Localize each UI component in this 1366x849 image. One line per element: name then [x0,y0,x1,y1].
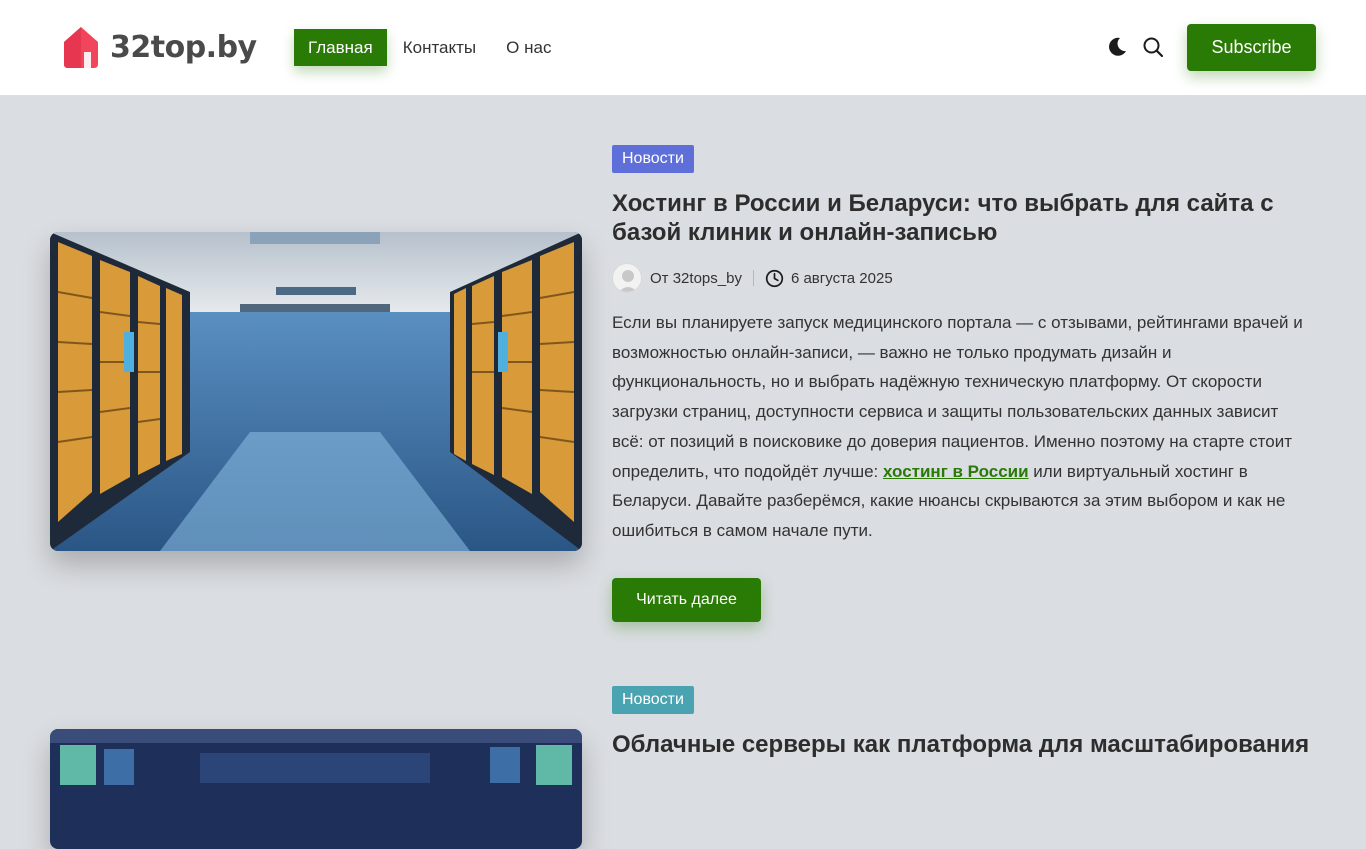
post-thumbnail[interactable] [50,232,582,551]
post-date: 6 августа 2025 [790,269,893,287]
site-header: 32top.by Главная Контакты О нас Subscrib… [0,0,1366,95]
search-icon[interactable] [1142,36,1164,58]
read-more-button[interactable]: Читать далее [612,578,761,622]
post-meta: От 32tops_by 6 августа 2025 [612,263,893,293]
clock-icon [765,269,784,287]
post-category-badge[interactable]: Новости [612,686,694,714]
excerpt-text-before: Если вы планируете запуск медицинского п… [612,313,1303,481]
site-logo-text: 32top.by [110,29,257,65]
house-logo-icon [64,27,98,68]
user-placeholder-icon [618,270,638,292]
post-excerpt: Если вы планируете запуск медицинского п… [612,308,1312,546]
post-title[interactable]: Облачные серверы как платформа для масшт… [612,730,1312,759]
post-title[interactable]: Хостинг в России и Беларуси: что выбрать… [612,189,1312,247]
nav-item-home[interactable]: Главная [294,29,387,66]
subscribe-button[interactable]: Subscribe [1187,24,1316,71]
meta-divider [752,270,754,286]
nav-item-contacts[interactable]: Контакты [389,29,490,66]
moon-icon[interactable] [1106,36,1128,58]
cloud-servers-image [50,729,582,849]
post-category-badge[interactable]: Новости [612,145,694,173]
main-nav: Главная Контакты О нас [294,29,567,66]
excerpt-hosting-link[interactable]: хостинг в России [883,462,1029,481]
author-link[interactable]: 32tops_by [673,270,742,287]
server-room-image [50,232,582,551]
post-thumbnail[interactable] [50,729,582,849]
author-prefix: От [650,269,669,287]
author-avatar [612,263,642,293]
nav-item-about[interactable]: О нас [492,29,565,66]
site-logo[interactable]: 32top.by [60,24,257,70]
